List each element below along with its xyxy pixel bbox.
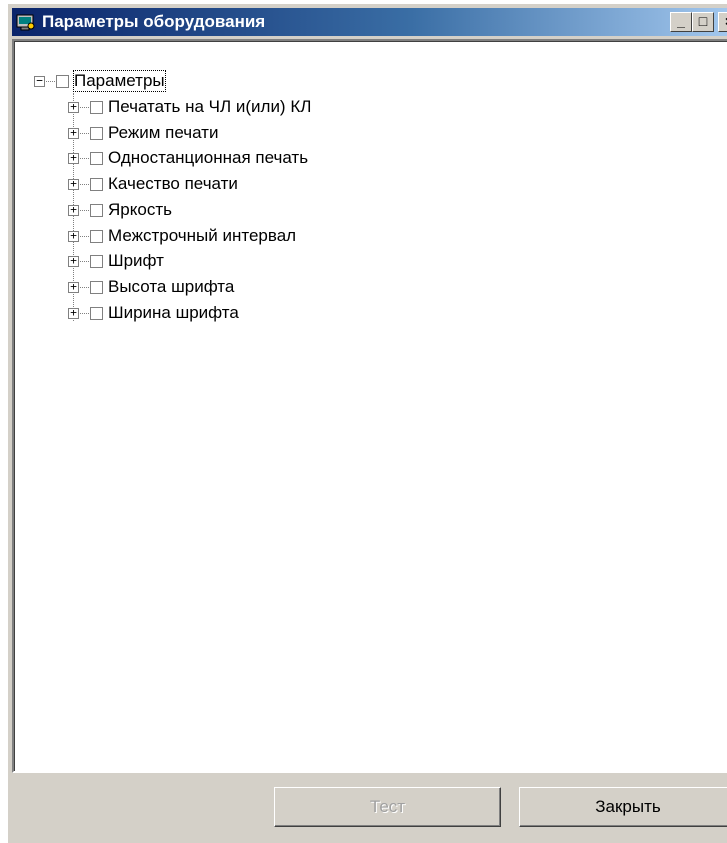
tree-connector	[80, 261, 89, 263]
tree-root-node[interactable]: − Параметры	[28, 70, 428, 93]
tree-item-label: Высота шрифта	[108, 276, 235, 296]
expand-icon[interactable]: +	[68, 127, 79, 139]
maximize-icon: □	[698, 13, 708, 29]
tree-connector	[80, 132, 89, 134]
tree-item[interactable]: + Режим печати	[68, 123, 668, 145]
minimize-icon: _	[677, 13, 685, 29]
tree-connector	[80, 107, 89, 108]
expand-icon[interactable]: +	[68, 307, 79, 319]
parameters-tree[interactable]: − Параметры + Печатать на ЧЛ и(или) КЛ + Ре…	[12, 39, 727, 773]
tree-item-checkbox[interactable]	[90, 101, 103, 114]
tree-item[interactable]: + Шрифт	[68, 251, 668, 273]
tree-connector	[80, 235, 89, 237]
tree-item[interactable]: + Высота шрифта	[68, 277, 668, 299]
tree-item-label: Одностанционная печать	[108, 148, 309, 168]
tree-connector	[80, 184, 89, 186]
tree-item-label: Печатать на ЧЛ и(или) КЛ	[108, 97, 312, 116]
tree-item[interactable]: + Печатать на ЧЛ и(или) КЛ	[68, 97, 668, 119]
maximize-button[interactable]: □	[692, 12, 714, 32]
expand-icon[interactable]: +	[68, 255, 79, 268]
close-button[interactable]: Закрыть	[519, 787, 727, 827]
tree-connector	[46, 81, 55, 82]
tree-item-label: Ширина шрифта	[108, 302, 239, 322]
tree-item-checkbox[interactable]	[90, 126, 103, 140]
expand-icon[interactable]: +	[68, 178, 79, 191]
window-title: Параметры оборудования	[42, 12, 266, 31]
tree-connector	[80, 312, 89, 314]
close-window-button[interactable]: ×	[718, 12, 727, 32]
expand-icon[interactable]: +	[68, 204, 79, 216]
equipment-params-window: Параметры оборудования _ □ × − Параметры…	[8, 4, 727, 843]
expand-icon[interactable]: +	[68, 152, 79, 165]
expand-icon[interactable]: +	[68, 101, 79, 113]
close-button-label: Закрыть	[595, 797, 661, 816]
test-button-label: Тест	[369, 797, 406, 816]
tree-item-checkbox[interactable]	[90, 306, 103, 320]
tree-connector	[80, 158, 89, 160]
tree-item[interactable]: + Межстрочный интервал	[68, 226, 668, 248]
tree-item-checkbox[interactable]	[90, 280, 103, 294]
tree-item[interactable]: + Одностанционная печать	[68, 148, 668, 170]
root-checkbox[interactable]	[56, 75, 69, 88]
tree-item-checkbox[interactable]	[90, 152, 103, 166]
tree-connector	[80, 209, 89, 211]
tree-item[interactable]: + Качество печати	[68, 174, 668, 196]
tree-item-label: Межстрочный интервал	[108, 225, 297, 245]
tree-item[interactable]: + Яркость	[68, 200, 668, 222]
tree-item-label: Качество печати	[108, 174, 238, 194]
tree-item-label: Яркость	[108, 199, 172, 219]
tree-item[interactable]: + Ширина шрифта	[68, 303, 668, 325]
collapse-icon[interactable]: −	[34, 75, 45, 87]
test-button[interactable]: Тест	[274, 787, 501, 827]
minimize-button[interactable]: _	[670, 12, 692, 32]
tree-item-checkbox[interactable]	[90, 229, 103, 243]
tree-connector	[80, 286, 89, 288]
tree-item-checkbox[interactable]	[90, 255, 103, 269]
expand-icon[interactable]: +	[68, 230, 79, 242]
title-bar[interactable]: Параметры оборудования _ □ ×	[12, 8, 727, 36]
app-icon	[16, 14, 35, 31]
tree-item-checkbox[interactable]	[90, 178, 103, 192]
tree-item-checkbox[interactable]	[90, 203, 103, 217]
tree-item-label: Режим печати	[108, 122, 219, 142]
tree-item-label: Шрифт	[108, 251, 164, 271]
tree-root-label: Параметры	[73, 70, 166, 92]
expand-icon[interactable]: +	[68, 281, 79, 293]
